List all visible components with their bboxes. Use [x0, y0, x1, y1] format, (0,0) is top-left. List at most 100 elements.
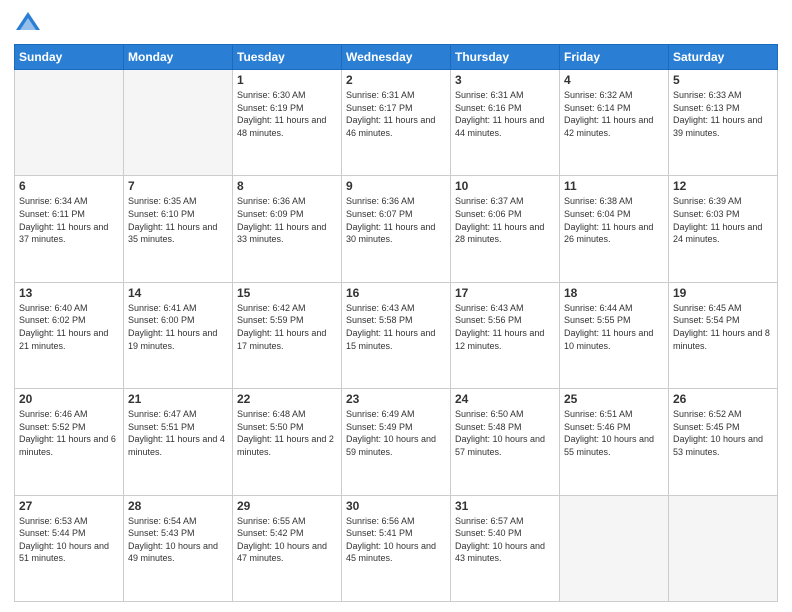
calendar-cell: 25 Sunrise: 6:51 AMSunset: 5:46 PMDayligh…: [560, 389, 669, 495]
day-detail: Sunrise: 6:56 AMSunset: 5:41 PMDaylight:…: [346, 515, 446, 565]
day-detail: Sunrise: 6:51 AMSunset: 5:46 PMDaylight:…: [564, 408, 664, 458]
day-detail: Sunrise: 6:39 AMSunset: 6:03 PMDaylight:…: [673, 195, 773, 245]
day-number: 24: [455, 392, 555, 406]
day-detail: Sunrise: 6:52 AMSunset: 5:45 PMDaylight:…: [673, 408, 773, 458]
day-number: 22: [237, 392, 337, 406]
calendar-cell: 12 Sunrise: 6:39 AMSunset: 6:03 PMDayligh…: [669, 176, 778, 282]
calendar-week-row: 27 Sunrise: 6:53 AMSunset: 5:44 PMDayligh…: [15, 495, 778, 601]
day-detail: Sunrise: 6:40 AMSunset: 6:02 PMDaylight:…: [19, 302, 119, 352]
day-number: 3: [455, 73, 555, 87]
day-detail: Sunrise: 6:34 AMSunset: 6:11 PMDaylight:…: [19, 195, 119, 245]
day-number: 18: [564, 286, 664, 300]
calendar-week-row: 6 Sunrise: 6:34 AMSunset: 6:11 PMDaylight…: [15, 176, 778, 282]
calendar-week-row: 20 Sunrise: 6:46 AMSunset: 5:52 PMDayligh…: [15, 389, 778, 495]
day-number: 10: [455, 179, 555, 193]
day-detail: Sunrise: 6:42 AMSunset: 5:59 PMDaylight:…: [237, 302, 337, 352]
calendar-cell: 29 Sunrise: 6:55 AMSunset: 5:42 PMDayligh…: [233, 495, 342, 601]
calendar-cell: 13 Sunrise: 6:40 AMSunset: 6:02 PMDayligh…: [15, 282, 124, 388]
day-detail: Sunrise: 6:41 AMSunset: 6:00 PMDaylight:…: [128, 302, 228, 352]
calendar-cell: [560, 495, 669, 601]
calendar-cell: 19Sunrise: 6:45 AMSunset: 5:54 PMDayligh…: [669, 282, 778, 388]
day-number: 31: [455, 499, 555, 513]
day-detail: Sunrise: 6:35 AMSunset: 6:10 PMDaylight:…: [128, 195, 228, 245]
day-number: 1: [237, 73, 337, 87]
day-detail: Sunrise: 6:33 AMSunset: 6:13 PMDaylight:…: [673, 89, 773, 139]
weekday-header: Friday: [560, 45, 669, 70]
calendar-cell: 23 Sunrise: 6:49 AMSunset: 5:49 PMDayligh…: [342, 389, 451, 495]
calendar-cell: 9Sunrise: 6:36 AMSunset: 6:07 PMDaylight…: [342, 176, 451, 282]
day-number: 28: [128, 499, 228, 513]
calendar-cell: 30 Sunrise: 6:56 AMSunset: 5:41 PMDayligh…: [342, 495, 451, 601]
calendar-cell: 16 Sunrise: 6:43 AMSunset: 5:58 PMDayligh…: [342, 282, 451, 388]
day-detail: Sunrise: 6:53 AMSunset: 5:44 PMDaylight:…: [19, 515, 119, 565]
calendar-cell: 17 Sunrise: 6:43 AMSunset: 5:56 PMDayligh…: [451, 282, 560, 388]
day-number: 2: [346, 73, 446, 87]
calendar-cell: 14 Sunrise: 6:41 AMSunset: 6:00 PMDayligh…: [124, 282, 233, 388]
weekday-header: Monday: [124, 45, 233, 70]
day-detail: Sunrise: 6:54 AMSunset: 5:43 PMDaylight:…: [128, 515, 228, 565]
calendar-cell: 5 Sunrise: 6:33 AMSunset: 6:13 PMDaylight…: [669, 70, 778, 176]
day-detail: Sunrise: 6:30 AMSunset: 6:19 PMDaylight:…: [237, 89, 337, 139]
calendar-cell: 26 Sunrise: 6:52 AMSunset: 5:45 PMDayligh…: [669, 389, 778, 495]
calendar-cell: 10 Sunrise: 6:37 AMSunset: 6:06 PMDayligh…: [451, 176, 560, 282]
logo-icon: [14, 10, 42, 38]
weekday-header: Thursday: [451, 45, 560, 70]
calendar-cell: 15 Sunrise: 6:42 AMSunset: 5:59 PMDayligh…: [233, 282, 342, 388]
day-detail: Sunrise: 6:57 AMSunset: 5:40 PMDaylight:…: [455, 515, 555, 565]
day-number: 13: [19, 286, 119, 300]
day-number: 25: [564, 392, 664, 406]
weekday-header: Sunday: [15, 45, 124, 70]
calendar-cell: 31 Sunrise: 6:57 AMSunset: 5:40 PMDayligh…: [451, 495, 560, 601]
day-number: 7: [128, 179, 228, 193]
day-number: 30: [346, 499, 446, 513]
calendar-week-row: 13 Sunrise: 6:40 AMSunset: 6:02 PMDayligh…: [15, 282, 778, 388]
day-number: 8: [237, 179, 337, 193]
day-detail: Sunrise: 6:43 AMSunset: 5:56 PMDaylight:…: [455, 302, 555, 352]
day-detail: Sunrise: 6:31 AMSunset: 6:17 PMDaylight:…: [346, 89, 446, 139]
calendar-cell: 11 Sunrise: 6:38 AMSunset: 6:04 PMDayligh…: [560, 176, 669, 282]
day-detail: Sunrise: 6:49 AMSunset: 5:49 PMDaylight:…: [346, 408, 446, 458]
day-number: 5: [673, 73, 773, 87]
day-number: 14: [128, 286, 228, 300]
weekday-header: Wednesday: [342, 45, 451, 70]
calendar-cell: 24Sunrise: 6:50 AMSunset: 5:48 PMDayligh…: [451, 389, 560, 495]
calendar-cell: 21Sunrise: 6:47 AMSunset: 5:51 PMDayligh…: [124, 389, 233, 495]
day-number: 4: [564, 73, 664, 87]
day-number: 15: [237, 286, 337, 300]
calendar-cell: 7 Sunrise: 6:35 AMSunset: 6:10 PMDaylight…: [124, 176, 233, 282]
calendar-cell: [15, 70, 124, 176]
day-number: 27: [19, 499, 119, 513]
calendar-header-row: SundayMondayTuesdayWednesdayThursdayFrid…: [15, 45, 778, 70]
calendar-cell: 27 Sunrise: 6:53 AMSunset: 5:44 PMDayligh…: [15, 495, 124, 601]
calendar-cell: 4Sunrise: 6:32 AMSunset: 6:14 PMDaylight…: [560, 70, 669, 176]
day-number: 12: [673, 179, 773, 193]
day-detail: Sunrise: 6:46 AMSunset: 5:52 PMDaylight:…: [19, 408, 119, 458]
day-number: 26: [673, 392, 773, 406]
weekday-header: Saturday: [669, 45, 778, 70]
day-detail: Sunrise: 6:31 AMSunset: 6:16 PMDaylight:…: [455, 89, 555, 139]
calendar-cell: 6 Sunrise: 6:34 AMSunset: 6:11 PMDaylight…: [15, 176, 124, 282]
calendar-cell: 22Sunrise: 6:48 AMSunset: 5:50 PMDayligh…: [233, 389, 342, 495]
day-detail: Sunrise: 6:38 AMSunset: 6:04 PMDaylight:…: [564, 195, 664, 245]
day-number: 6: [19, 179, 119, 193]
day-detail: Sunrise: 6:36 AMSunset: 6:09 PMDaylight:…: [237, 195, 337, 245]
calendar-cell: 20 Sunrise: 6:46 AMSunset: 5:52 PMDayligh…: [15, 389, 124, 495]
calendar-cell: 28 Sunrise: 6:54 AMSunset: 5:43 PMDayligh…: [124, 495, 233, 601]
day-number: 20: [19, 392, 119, 406]
calendar-week-row: 1 Sunrise: 6:30 AMSunset: 6:19 PMDaylight…: [15, 70, 778, 176]
calendar-cell: 18 Sunrise: 6:44 AMSunset: 5:55 PMDayligh…: [560, 282, 669, 388]
day-number: 9: [346, 179, 446, 193]
day-detail: Sunrise: 6:55 AMSunset: 5:42 PMDaylight:…: [237, 515, 337, 565]
logo: [14, 10, 46, 38]
day-detail: Sunrise: 6:44 AMSunset: 5:55 PMDaylight:…: [564, 302, 664, 352]
day-detail: Sunrise: 6:37 AMSunset: 6:06 PMDaylight:…: [455, 195, 555, 245]
day-number: 29: [237, 499, 337, 513]
day-number: 17: [455, 286, 555, 300]
day-detail: Sunrise: 6:47 AMSunset: 5:51 PMDaylight:…: [128, 408, 228, 458]
day-number: 23: [346, 392, 446, 406]
day-number: 16: [346, 286, 446, 300]
day-number: 11: [564, 179, 664, 193]
day-number: 19: [673, 286, 773, 300]
day-detail: Sunrise: 6:43 AMSunset: 5:58 PMDaylight:…: [346, 302, 446, 352]
weekday-header: Tuesday: [233, 45, 342, 70]
